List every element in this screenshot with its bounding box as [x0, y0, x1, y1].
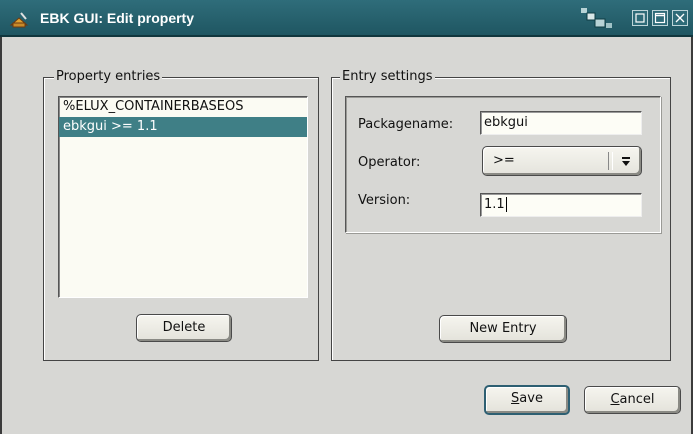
cancel-button[interactable]: Cancel — [584, 386, 681, 414]
packagename-label: Packagename: — [358, 117, 454, 132]
title-bar[interactable]: EBK GUI: Edit property — [0, 0, 693, 37]
close-icon[interactable] — [672, 10, 688, 26]
minimize-icon[interactable] — [632, 10, 648, 26]
operator-label: Operator: — [358, 155, 421, 170]
property-entries-list[interactable]: %ELUX_CONTAINERBASEOS ebkgui >= 1.1 — [58, 96, 308, 298]
save-label: ave — [519, 391, 543, 406]
pager-icon[interactable] — [575, 6, 621, 32]
operator-value: >= — [493, 153, 515, 168]
entry-fields-panel: Packagename: ebkgui Operator: >= Version… — [345, 96, 661, 233]
packagename-field[interactable]: ebkgui — [480, 111, 642, 135]
list-item[interactable]: %ELUX_CONTAINERBASEOS — [59, 97, 307, 117]
app-icon — [9, 9, 29, 29]
version-field[interactable]: 1.1 — [480, 193, 642, 217]
list-item[interactable]: ebkgui >= 1.1 — [59, 117, 307, 137]
operator-select[interactable]: >= — [482, 146, 642, 176]
property-entries-legend: Property entries — [54, 68, 163, 86]
new-entry-button[interactable]: New Entry — [439, 315, 567, 343]
dropdown-arrow-icon[interactable] — [619, 153, 633, 169]
entry-settings-legend: Entry settings — [340, 68, 435, 86]
version-label: Version: — [358, 193, 411, 208]
maximize-icon[interactable] — [652, 10, 668, 26]
combo-divider — [608, 152, 613, 170]
text-cursor — [505, 197, 507, 212]
cancel-label: ancel — [619, 392, 655, 407]
cancel-mnemonic: C — [610, 392, 620, 407]
property-entries-group: Property entries %ELUX_CONTAINERBASEOS e… — [43, 68, 319, 361]
version-value: 1.1 — [484, 197, 505, 212]
save-button[interactable]: Save — [484, 385, 570, 415]
window-title: EBK GUI: Edit property — [40, 10, 195, 26]
delete-button[interactable]: Delete — [136, 314, 232, 342]
entry-settings-group: Entry settings Packagename: ebkgui Opera… — [331, 68, 671, 361]
